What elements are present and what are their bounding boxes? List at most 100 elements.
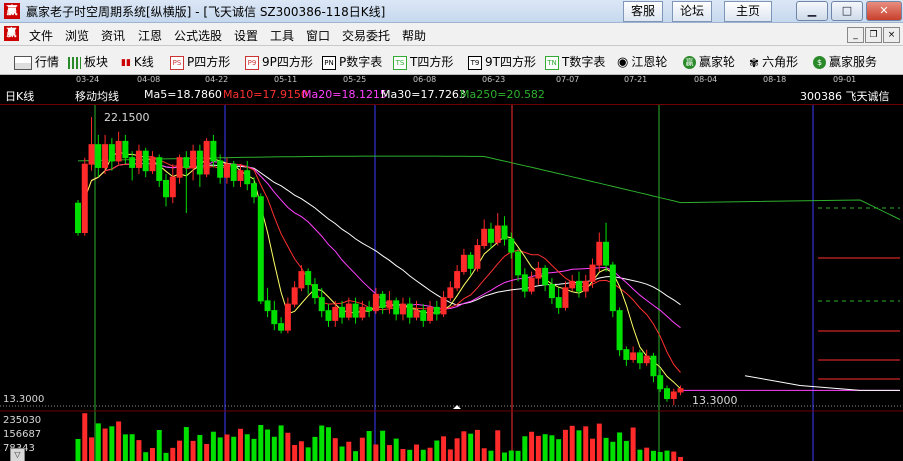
toolbar-p-square[interactable]: PS P四方形 xyxy=(170,53,230,70)
candle-down xyxy=(142,150,149,172)
volume-bar xyxy=(353,451,359,461)
toolbar-9t-square[interactable]: T9 9T四方形 xyxy=(468,53,536,70)
kline-chart[interactable]: 03-24 04-08 04-22 05-11 05-25 06-08 06-23 07-07… xyxy=(0,75,903,461)
volume-bar xyxy=(75,439,81,461)
menu-formula-select[interactable]: 公式选股 xyxy=(174,27,222,44)
toolbar-sectors[interactable]: 板块 xyxy=(68,53,108,70)
volume-bar xyxy=(312,436,318,461)
chart-icon xyxy=(14,55,32,70)
customer-service-button[interactable]: 客服 xyxy=(623,1,663,22)
candle-down xyxy=(521,274,528,292)
candle-up xyxy=(630,352,637,360)
close-button[interactable]: ✕ xyxy=(866,1,902,21)
tn-box-icon: TN xyxy=(545,55,559,70)
toolbar-winner-service[interactable]: $ 赢家服务 xyxy=(813,53,877,70)
toolbar-quotes[interactable]: 行情 xyxy=(14,53,59,70)
volume-bar xyxy=(136,440,142,461)
volume-bar xyxy=(569,425,575,461)
volume-bar xyxy=(149,447,155,461)
candle-down xyxy=(217,160,224,178)
candle-down xyxy=(230,163,237,181)
menu-settings[interactable]: 设置 xyxy=(234,27,258,44)
volume-bar xyxy=(556,439,562,461)
volume-bar xyxy=(542,434,548,461)
candle-down xyxy=(663,388,670,399)
volume-bar xyxy=(224,434,230,461)
maximize-button[interactable]: □ xyxy=(831,1,863,21)
candle-up xyxy=(427,306,434,321)
candle-up xyxy=(149,157,156,172)
candle-down xyxy=(196,150,203,175)
candle-down xyxy=(305,271,312,286)
candle-up xyxy=(372,293,379,312)
candle-up xyxy=(345,303,352,318)
volume-bar xyxy=(244,434,250,461)
volume-bar xyxy=(617,432,623,461)
volume-bar xyxy=(170,447,176,461)
toolbar-hexagon[interactable]: ✾ 六角形 xyxy=(749,53,798,70)
grid-icon xyxy=(68,56,81,69)
candle-down xyxy=(339,306,346,318)
volume-bar xyxy=(407,449,413,461)
toolbar-gann-wheel[interactable]: ◉ 江恩轮 xyxy=(617,53,667,70)
candle-up xyxy=(569,280,576,289)
volume-bar xyxy=(488,450,494,461)
panel-toggle-button[interactable]: ▽ xyxy=(10,448,25,461)
child-restore-button[interactable]: ❐ xyxy=(865,27,882,43)
candle-down xyxy=(515,251,522,276)
volume-bar xyxy=(562,429,568,461)
menu-window[interactable]: 窗口 xyxy=(306,27,330,44)
title-bar: 赢 赢家老子时空周期系统[纵横版] - [飞天诚信 SZ300386-118日K… xyxy=(0,0,903,23)
candle-down xyxy=(501,225,508,240)
candle-down xyxy=(183,157,190,168)
volume-bar xyxy=(393,438,399,461)
toolbar-p-number-table[interactable]: PN P数字表 xyxy=(322,53,382,70)
candle-up xyxy=(589,264,596,282)
toolbar-t-number-table[interactable]: TN T数字表 xyxy=(545,53,605,70)
dollar-icon: $ xyxy=(813,56,826,69)
toolbar-winner-wheel[interactable]: 赢赢家轮 xyxy=(683,53,735,70)
volume-bar xyxy=(529,431,535,461)
candle-up xyxy=(190,150,197,168)
toolbar-t-square[interactable]: TS T四方形 xyxy=(393,53,453,70)
menu-browse[interactable]: 浏览 xyxy=(65,27,89,44)
menu-tools[interactable]: 工具 xyxy=(270,27,294,44)
forum-button[interactable]: 论坛 xyxy=(672,1,712,22)
ma30-tail xyxy=(744,375,900,391)
volume-axis-mid: 156687 xyxy=(3,429,42,440)
volume-bar xyxy=(109,426,115,461)
candle-down xyxy=(311,284,318,299)
9p-box-icon: P9 xyxy=(245,55,259,70)
menu-file[interactable]: 文件 xyxy=(29,27,53,44)
menu-gann[interactable]: 江恩 xyxy=(138,27,162,44)
homepage-button[interactable]: 主页 xyxy=(724,1,772,22)
volume-bar xyxy=(644,447,650,461)
child-close-button[interactable]: × xyxy=(883,27,900,43)
volume-bar xyxy=(210,431,216,461)
child-minimize-button[interactable]: _ xyxy=(847,27,864,43)
volume-bar xyxy=(447,449,453,461)
menu-info[interactable]: 资讯 xyxy=(101,27,125,44)
volume-bar xyxy=(346,441,352,461)
menu-help[interactable]: 帮助 xyxy=(402,27,426,44)
menu-trade[interactable]: 交易委托 xyxy=(342,27,390,44)
candle-up xyxy=(596,241,603,266)
toolbar-9p-square[interactable]: P9 9P四方形 xyxy=(245,53,313,70)
candle-up xyxy=(481,228,488,247)
high-price-label: 22.1500 xyxy=(104,111,150,124)
candle-down xyxy=(210,140,217,162)
window-title: 赢家老子时空周期系统[纵横版] - [飞天诚信 SZ300386-118日K线] xyxy=(26,5,386,19)
volume-bar xyxy=(285,432,291,461)
minimize-icon: ▁ xyxy=(807,4,817,17)
candle-up xyxy=(677,388,684,393)
volume-bar xyxy=(596,423,602,461)
toolbar-kline[interactable]: ▮▮ K线 xyxy=(121,53,154,70)
toolbar: 行情 板块 ▮▮ K线 PS P四方形 P9 9P四方形 PN P数字表 TS T四方形 … xyxy=(0,46,903,75)
candle-up xyxy=(582,280,589,292)
volume-bar xyxy=(603,437,609,461)
volume-bar xyxy=(441,436,447,461)
candle-down xyxy=(264,300,271,312)
candle-up xyxy=(535,267,542,279)
candle-down xyxy=(548,284,555,299)
minimize-button[interactable]: ▁ xyxy=(796,1,828,21)
